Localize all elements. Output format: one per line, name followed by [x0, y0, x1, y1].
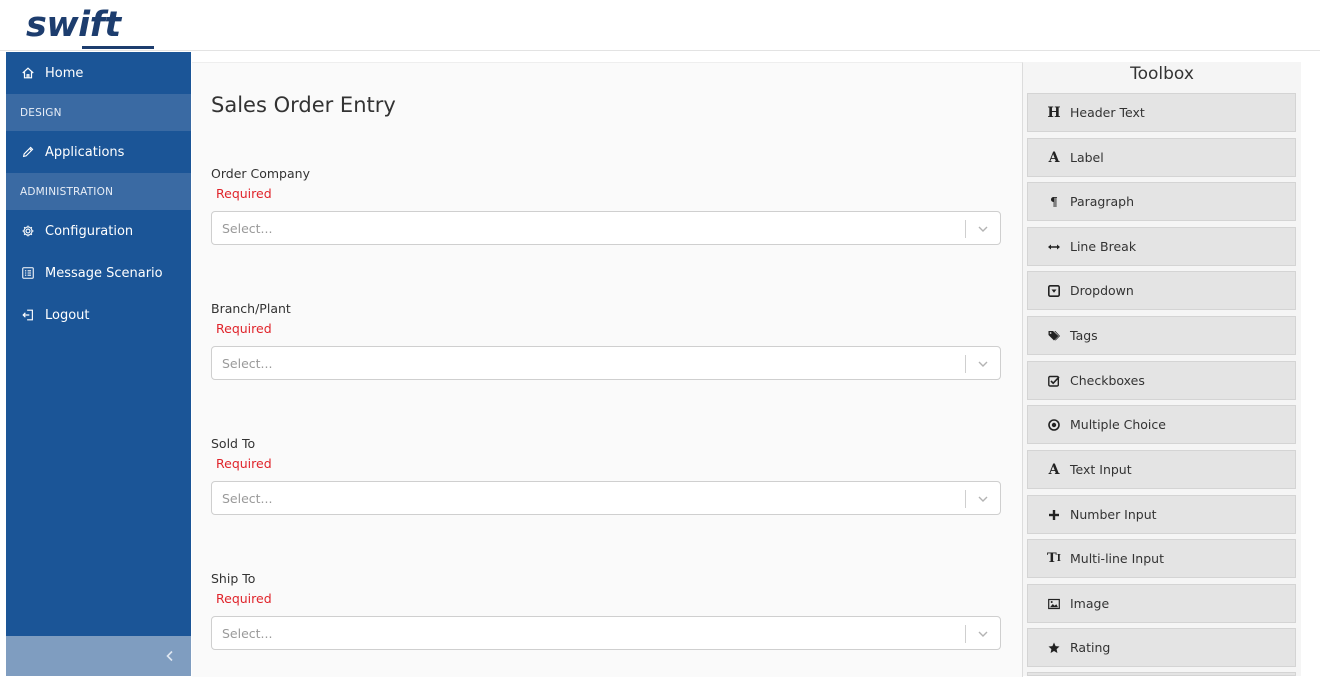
- plus-icon: [1044, 509, 1064, 521]
- text-input-icon: A: [1048, 461, 1060, 478]
- required-text: Required: [216, 456, 272, 471]
- sidebar-item-label: Configuration: [45, 223, 134, 239]
- required-text: Required: [216, 186, 272, 201]
- line-break-icon: [1044, 241, 1064, 253]
- required-text: Required: [216, 321, 272, 336]
- chevron-down-icon[interactable]: [976, 222, 990, 236]
- tool-image[interactable]: Image: [1027, 584, 1296, 623]
- tool-label: Text Input: [1070, 462, 1132, 477]
- sidebar-item-label: Logout: [45, 307, 90, 323]
- tool-label: Header Text: [1070, 105, 1145, 120]
- select-placeholder: Select...: [222, 221, 273, 236]
- logout-icon: [20, 307, 36, 323]
- field-label-branch-plant: Branch/Plant: [211, 301, 291, 316]
- form-canvas: Sales Order Entry Order Company Required…: [192, 62, 1023, 677]
- logo-text: swift: [26, 5, 121, 45]
- select-separator: [965, 625, 966, 643]
- tool-label: Line Break: [1070, 239, 1137, 254]
- gear-icon: [20, 223, 36, 239]
- label-icon: A: [1048, 149, 1060, 166]
- select-placeholder: Select...: [222, 356, 273, 371]
- tool-line-break[interactable]: Line Break: [1027, 227, 1296, 266]
- field-label-sold-to: Sold To: [211, 436, 256, 451]
- field-label-ship-to: Ship To: [211, 571, 256, 586]
- tool-next-partial[interactable]: [1027, 672, 1296, 676]
- chevron-down-icon[interactable]: [976, 357, 990, 371]
- select-separator: [965, 220, 966, 238]
- branch-plant-select[interactable]: Select...: [211, 346, 1001, 380]
- select-placeholder: Select...: [222, 626, 273, 641]
- chevron-down-icon[interactable]: [976, 492, 990, 506]
- radio-icon: [1044, 418, 1064, 431]
- tool-label[interactable]: A Label: [1027, 138, 1296, 177]
- tool-label: Tags: [1070, 328, 1098, 343]
- select-placeholder: Select...: [222, 491, 273, 506]
- sidebar-item-applications[interactable]: Applications: [6, 132, 191, 172]
- sidebar-section-design: DESIGN: [6, 94, 191, 131]
- ship-to-select[interactable]: Select...: [211, 616, 1001, 650]
- tool-label: Multiple Choice: [1070, 417, 1166, 432]
- image-icon: [1044, 598, 1064, 610]
- select-separator: [965, 490, 966, 508]
- sidebar-collapse-button[interactable]: [6, 636, 191, 676]
- pencil-icon: [20, 144, 36, 160]
- sidebar-item-label: Applications: [45, 144, 125, 160]
- tool-label: Rating: [1070, 640, 1111, 655]
- tool-label: Image: [1070, 596, 1110, 611]
- toolbox-panel: Toolbox H Header Text A Label ¶ Paragrap…: [1023, 62, 1301, 676]
- sidebar-item-label: Message Scenario: [45, 265, 163, 281]
- page-title: Sales Order Entry: [211, 93, 396, 117]
- required-text: Required: [216, 591, 272, 606]
- tool-label: Paragraph: [1070, 194, 1135, 209]
- sidebar-item-home[interactable]: Home: [6, 53, 191, 93]
- tool-multi-line-input[interactable]: TI Multi-line Input: [1027, 539, 1296, 578]
- star-icon: [1044, 642, 1064, 654]
- tool-label: Checkboxes: [1070, 373, 1145, 388]
- tool-checkboxes[interactable]: Checkboxes: [1027, 361, 1296, 400]
- tool-label: Dropdown: [1070, 283, 1134, 298]
- tool-number-input[interactable]: Number Input: [1027, 495, 1296, 534]
- sidebar-item-logout[interactable]: Logout: [6, 295, 191, 335]
- tool-text-input[interactable]: A Text Input: [1027, 450, 1296, 489]
- sidebar-item-configuration[interactable]: Configuration: [6, 211, 191, 251]
- tool-tags[interactable]: Tags: [1027, 316, 1296, 355]
- dropdown-icon: [1044, 284, 1064, 297]
- tool-multiple-choice[interactable]: Multiple Choice: [1027, 405, 1296, 444]
- chevron-left-icon: [166, 650, 173, 662]
- tool-dropdown[interactable]: Dropdown: [1027, 271, 1296, 310]
- sold-to-select[interactable]: Select...: [211, 481, 1001, 515]
- header-icon: H: [1047, 104, 1061, 121]
- tool-paragraph[interactable]: ¶ Paragraph: [1027, 182, 1296, 221]
- swift-logo[interactable]: swift: [26, 5, 154, 49]
- field-label-order-company: Order Company: [211, 166, 310, 181]
- tool-label: Label: [1070, 150, 1104, 165]
- home-icon: [20, 65, 36, 81]
- checkbox-icon: [1044, 375, 1064, 387]
- sidebar: Home DESIGN Applications ADMINISTRATION …: [6, 52, 191, 676]
- top-header: swift: [0, 0, 1320, 51]
- paragraph-icon: ¶: [1050, 194, 1058, 209]
- tool-rating[interactable]: Rating: [1027, 628, 1296, 667]
- list-icon: [20, 265, 36, 281]
- tags-icon: [1044, 330, 1064, 342]
- sidebar-item-label: Home: [45, 65, 84, 81]
- sidebar-item-message-scenario[interactable]: Message Scenario: [6, 253, 191, 293]
- tool-label: Number Input: [1070, 507, 1157, 522]
- multiline-icon: TI: [1047, 551, 1061, 566]
- logo-underline: [82, 46, 154, 49]
- tool-label: Multi-line Input: [1070, 551, 1164, 566]
- tool-header-text[interactable]: H Header Text: [1027, 93, 1296, 132]
- order-company-select[interactable]: Select...: [211, 211, 1001, 245]
- sidebar-section-administration: ADMINISTRATION: [6, 173, 191, 210]
- chevron-down-icon[interactable]: [976, 627, 990, 641]
- toolbox-title: Toolbox: [1130, 64, 1194, 84]
- select-separator: [965, 355, 966, 373]
